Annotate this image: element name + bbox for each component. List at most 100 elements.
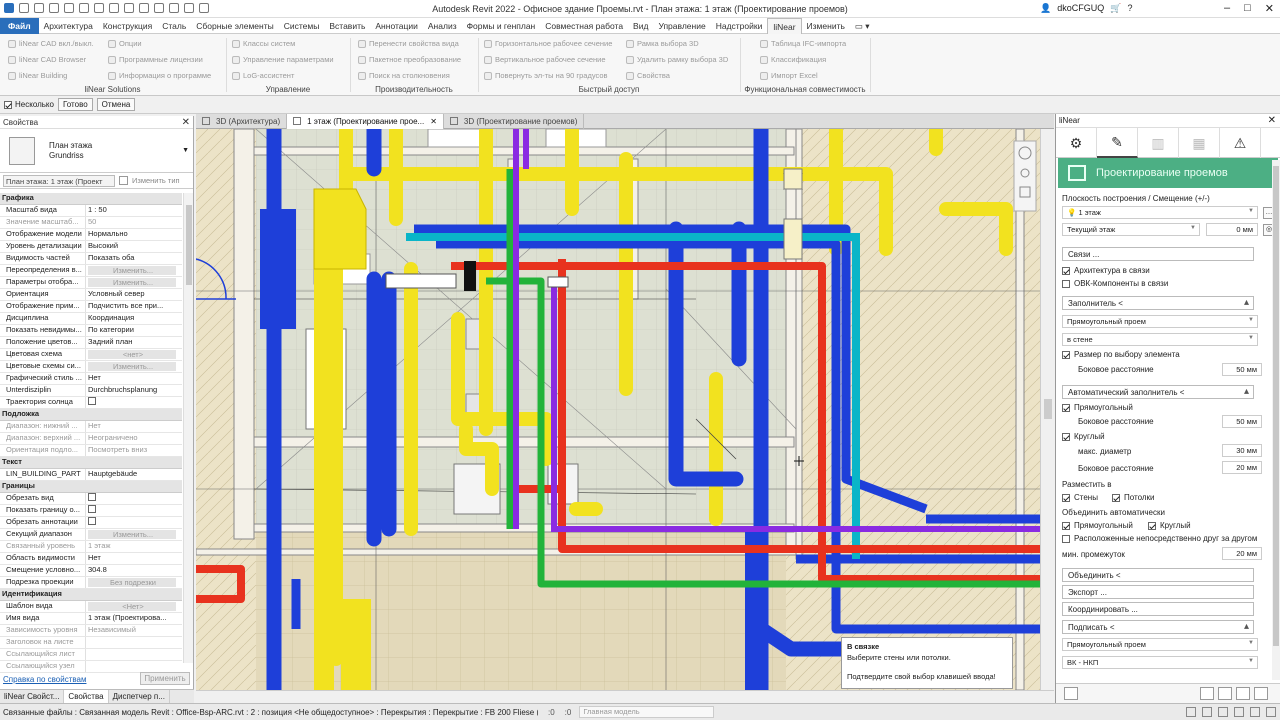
coordinate-section[interactable]: Координировать ...: [1062, 602, 1254, 616]
ceilings-checkbox[interactable]: Потолки: [1112, 493, 1155, 502]
property-row[interactable]: Цветовая схема <нет>: [0, 349, 182, 361]
canvas-vertical-scrollbar[interactable]: [1040, 129, 1054, 690]
property-value[interactable]: Durchbruchsplanung: [86, 385, 182, 396]
property-value[interactable]: [86, 397, 182, 408]
close-icon[interactable]: ✕: [182, 117, 190, 128]
links-section[interactable]: Связи ...: [1062, 247, 1254, 261]
property-row[interactable]: Ссылающийся лист: [0, 649, 182, 661]
tab-steel[interactable]: Сталь: [157, 18, 191, 34]
property-section[interactable]: Идентификация: [0, 589, 182, 601]
log-assistant-button[interactable]: LoG-ассистент: [232, 71, 294, 80]
chevron-up-icon[interactable]: ▴: [1244, 621, 1249, 632]
warning-icon[interactable]: ⚠: [1220, 128, 1261, 158]
property-row[interactable]: Подрезка проекции Без подрезки: [0, 577, 182, 589]
property-row[interactable]: Масштаб вида 1 : 50: [0, 205, 182, 217]
property-button[interactable]: <Нет>: [88, 602, 176, 611]
property-row[interactable]: Уровень детализации Высокий: [0, 241, 182, 253]
tab-linear-properties[interactable]: liNear Свойст...: [0, 690, 65, 703]
multiple-checkbox[interactable]: Несколько: [4, 100, 54, 109]
property-value[interactable]: Нет: [86, 373, 182, 384]
chevron-up-icon[interactable]: ▴: [1244, 297, 1249, 308]
properties-button[interactable]: Свойства: [626, 71, 670, 80]
options-button[interactable]: Опции: [108, 39, 142, 48]
linear-cad-browser-button[interactable]: liNear CAD Browser: [8, 55, 86, 64]
tab-view[interactable]: Вид: [628, 18, 653, 34]
cancel-button[interactable]: Отмена: [96, 98, 136, 111]
maximize-icon[interactable]: □: [1244, 2, 1251, 15]
property-value[interactable]: Посмотреть вниз: [86, 445, 182, 456]
tab-annotate[interactable]: Аннотации: [370, 18, 423, 34]
host-type-select[interactable]: в стене ▼: [1062, 333, 1258, 346]
help-icon[interactable]: ?: [1127, 3, 1132, 14]
property-value[interactable]: Hauptgebäude: [86, 469, 182, 480]
settings-sliders-icon[interactable]: ⚙: [1056, 128, 1097, 158]
ribbon-options-icon[interactable]: ▭ ▾: [850, 18, 875, 34]
properties-scrollbar[interactable]: [183, 193, 193, 663]
property-button[interactable]: Изменить...: [88, 278, 176, 287]
navigation-bar[interactable]: [1013, 140, 1037, 212]
property-row[interactable]: Траектория солнца: [0, 397, 182, 409]
filler-section[interactable]: Заполнитель < ▴: [1062, 296, 1254, 310]
tab-project-browser[interactable]: Диспетчер п...: [109, 690, 170, 703]
batch-convert-button[interactable]: Пакетное преобразование: [358, 55, 461, 64]
property-row[interactable]: Диапазон: нижний ... Нет: [0, 421, 182, 433]
edit-icon[interactable]: [1218, 687, 1232, 700]
property-checkbox[interactable]: [88, 517, 96, 525]
rect-side-input[interactable]: 50 мм: [1222, 415, 1262, 428]
chevron-down-icon[interactable]: ▼: [182, 147, 189, 154]
about-button[interactable]: Информация о программе: [108, 71, 211, 80]
remove-selection-box-button[interactable]: Удалить рамку выбора 3D: [626, 55, 728, 64]
export-section[interactable]: Экспорт ...: [1062, 585, 1254, 599]
property-row[interactable]: Значение масштаб... 50: [0, 217, 182, 229]
property-button[interactable]: <нет>: [88, 350, 176, 359]
property-value[interactable]: [86, 493, 182, 504]
property-row[interactable]: Графический стиль ... Нет: [0, 373, 182, 385]
tab-manage[interactable]: Управление: [653, 18, 710, 34]
property-row[interactable]: Переопределения в... Изменить...: [0, 265, 182, 277]
linear-building-button[interactable]: liNear Building: [8, 71, 67, 80]
user-name[interactable]: dkoCFGUQ: [1057, 3, 1104, 14]
refresh-icon[interactable]: [1064, 687, 1078, 700]
property-row[interactable]: Положение цветов... Задний план: [0, 337, 182, 349]
drag-elements-icon[interactable]: [1250, 707, 1260, 717]
offset-input[interactable]: 0 мм: [1206, 223, 1258, 236]
property-row[interactable]: Заголовок на листе: [0, 637, 182, 649]
property-row[interactable]: Шаблон вида <Нет>: [0, 601, 182, 613]
property-section[interactable]: Подложка: [0, 409, 182, 421]
floor-select[interactable]: Текущий этаж ▼: [1062, 223, 1200, 236]
property-row[interactable]: Показать границу о...: [0, 505, 182, 517]
side-distance-input[interactable]: 50 мм: [1222, 363, 1262, 376]
main-model-select[interactable]: Главная модель: [579, 706, 715, 718]
tab-file[interactable]: Файл: [0, 17, 39, 34]
property-value[interactable]: Показать оба: [86, 253, 182, 264]
select-underlay-icon[interactable]: [1202, 707, 1212, 717]
merge-round-checkbox[interactable]: Круглый: [1148, 521, 1191, 530]
property-row[interactable]: Ориентация подло... Посмотреть вниз: [0, 445, 182, 457]
close-icon[interactable]: ✕: [1265, 2, 1274, 15]
max-diameter-input[interactable]: 30 мм: [1222, 444, 1262, 457]
copy-icon[interactable]: [1236, 687, 1250, 700]
property-value[interactable]: [86, 517, 182, 528]
tab-precast[interactable]: Сборные элементы: [191, 18, 278, 34]
property-row[interactable]: Связанный уровень 1 этаж: [0, 541, 182, 553]
instance-select[interactable]: План этажа: 1 этаж (Проект: [3, 174, 115, 187]
system-classes-button[interactable]: Классы систем: [232, 39, 295, 48]
excel-import-button[interactable]: Импорт Excel: [760, 71, 818, 80]
merge-rect-checkbox[interactable]: Прямоугольный: [1062, 521, 1133, 530]
transfer-view-properties-button[interactable]: Перенести свойства вида: [358, 39, 459, 48]
close-icon[interactable]: ✕: [1268, 115, 1276, 126]
sign-section[interactable]: Подписать < ▴: [1062, 620, 1254, 634]
property-row[interactable]: Обрезать аннотации: [0, 517, 182, 529]
delete-icon[interactable]: [1254, 687, 1268, 700]
tab-3d-architecture[interactable]: 3D (Архитектура): [196, 114, 288, 129]
property-row[interactable]: Цветовые схемы си... Изменить...: [0, 361, 182, 373]
auto-filler-section[interactable]: Автоматический заполнитель < ▴: [1062, 385, 1254, 399]
floor-plan-drawing[interactable]: [196, 129, 1040, 690]
ovk-link-checkbox[interactable]: ОВК-Компоненты в связи: [1062, 279, 1168, 288]
tab-insert[interactable]: Вставить: [324, 18, 370, 34]
property-value[interactable]: 1 этаж: [86, 541, 182, 552]
ifc-import-table-button[interactable]: Таблица IFC-импорта: [760, 39, 846, 48]
property-value[interactable]: 304.8: [86, 565, 182, 576]
property-section[interactable]: Границы: [0, 481, 182, 493]
round-checkbox[interactable]: Круглый: [1062, 432, 1105, 441]
